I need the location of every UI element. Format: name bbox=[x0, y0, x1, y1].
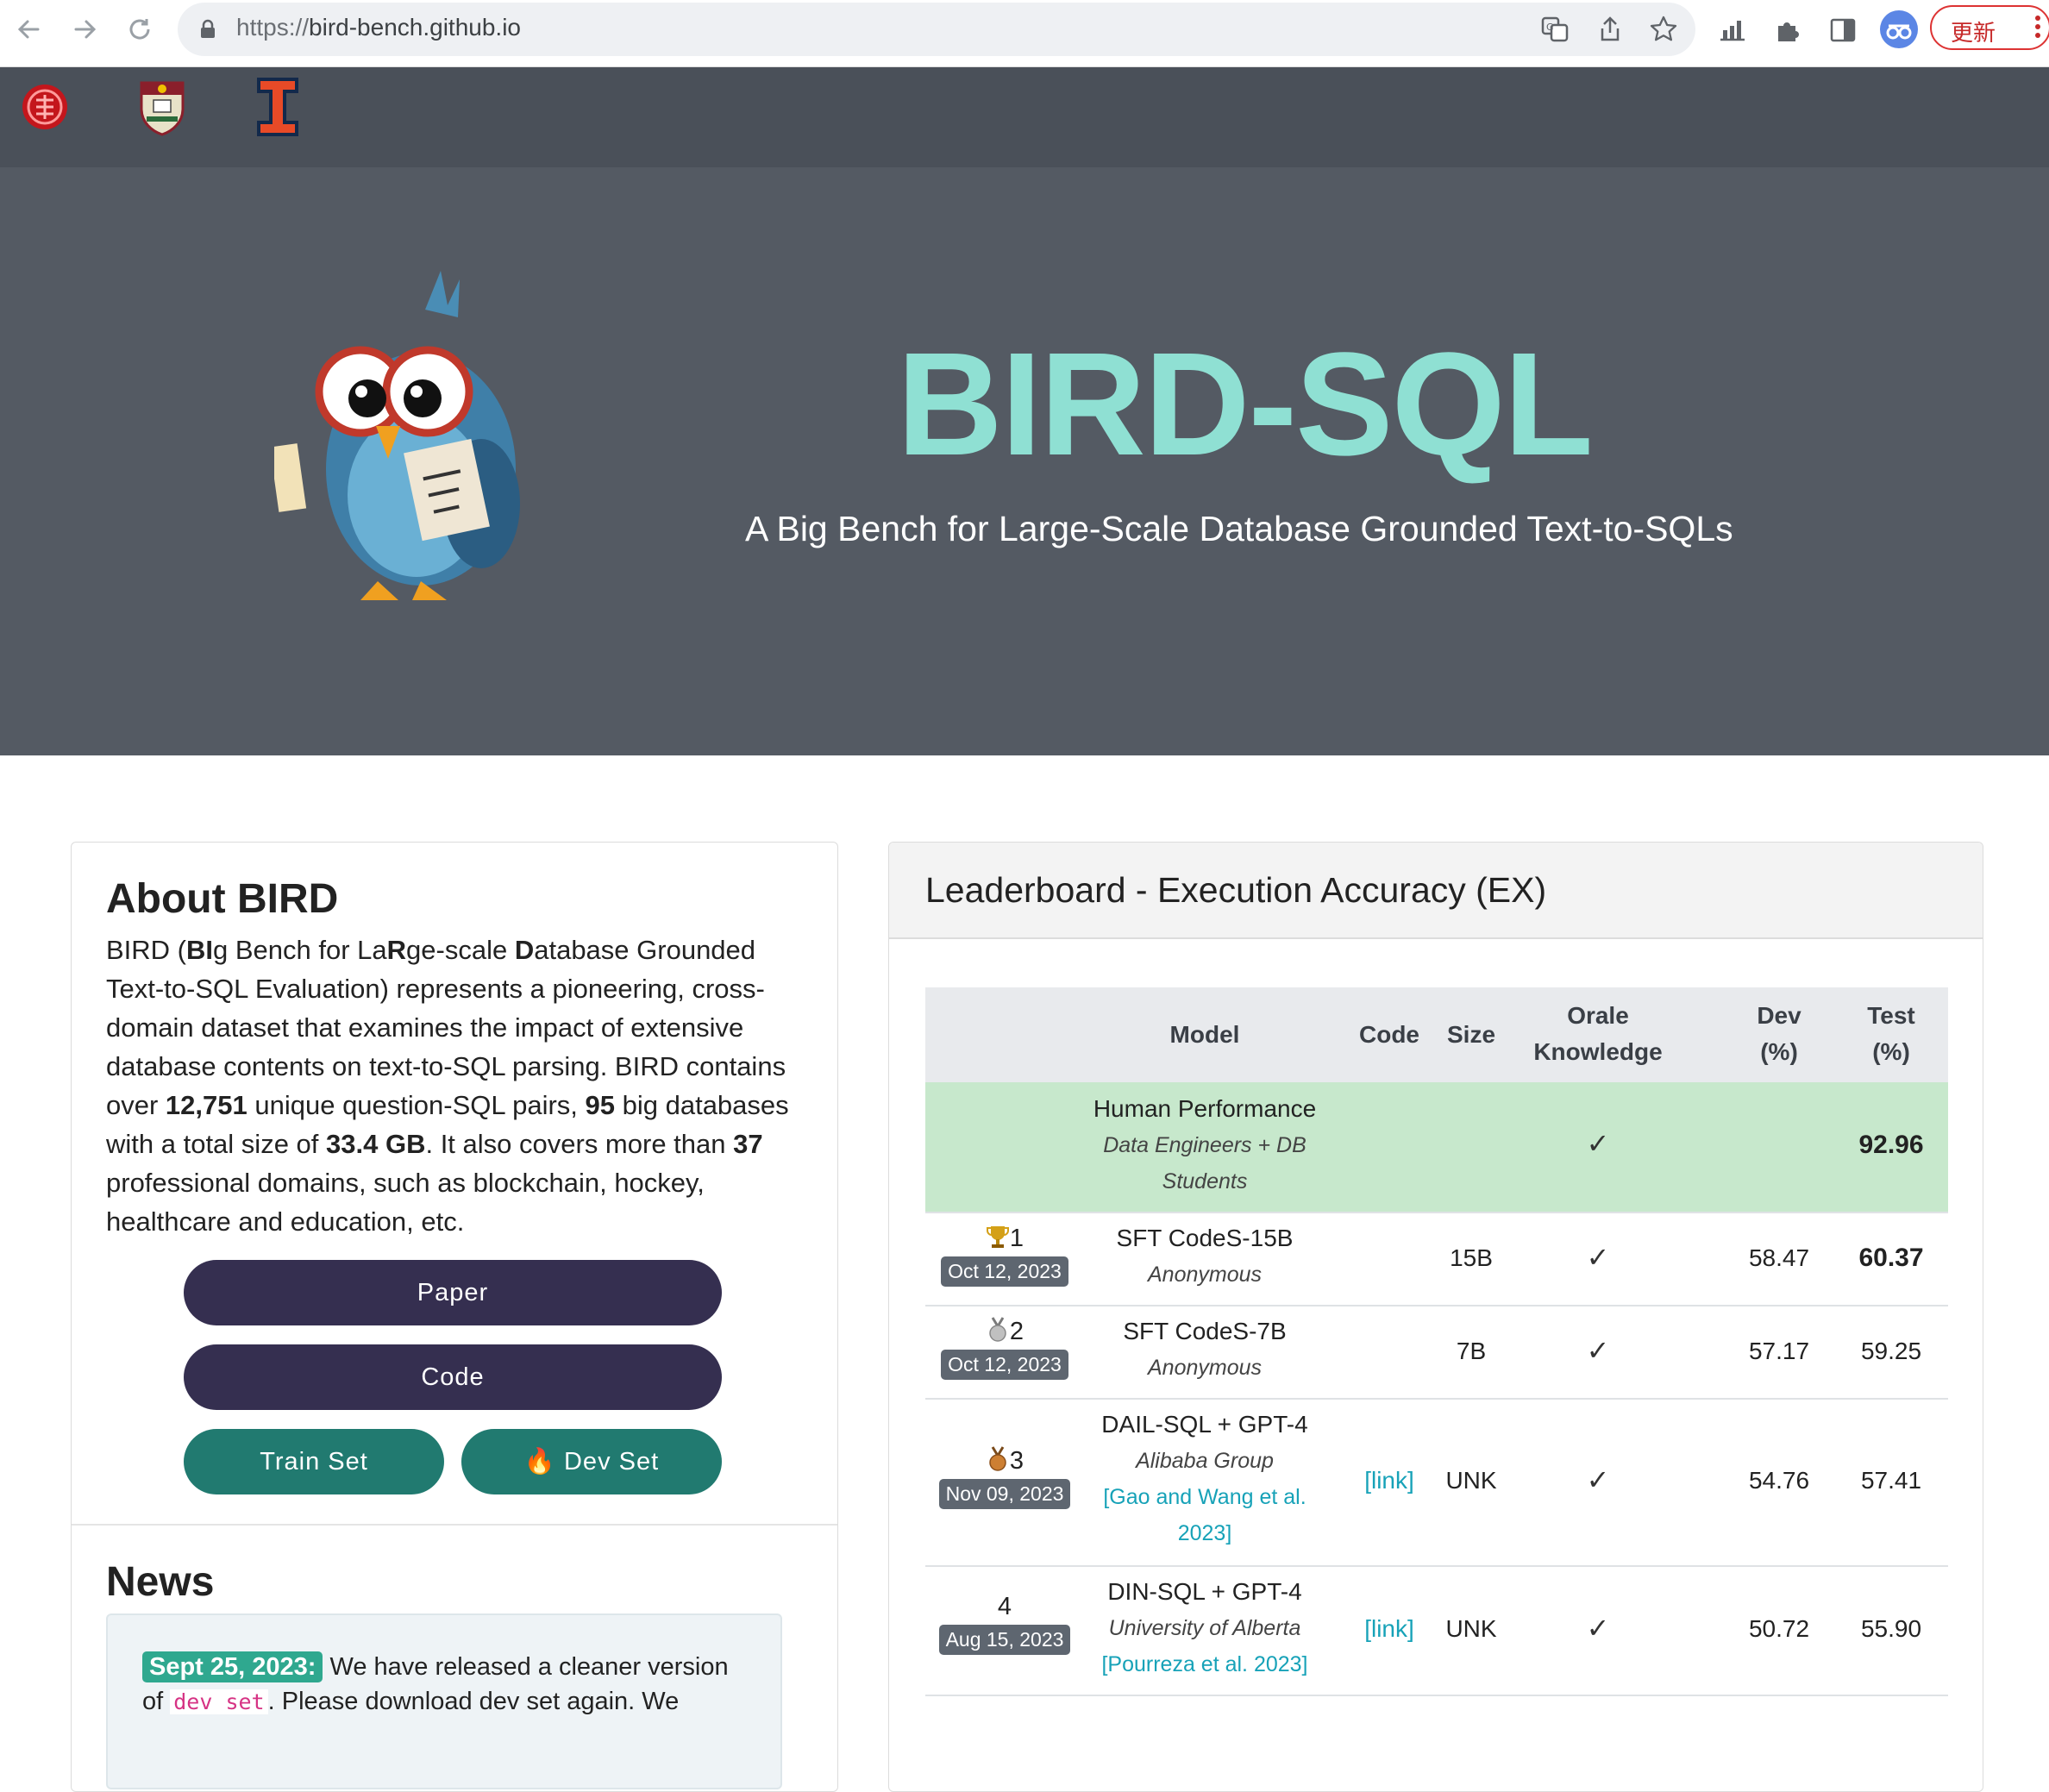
oracle-check: ✓ bbox=[1586, 1128, 1610, 1159]
date-badge: Aug 15, 2023 bbox=[938, 1625, 1071, 1655]
rank: 4 bbox=[997, 1593, 1012, 1620]
col-dev[interactable]: Dev (%) bbox=[1745, 998, 1814, 1070]
test-score: 57.41 bbox=[1860, 1467, 1922, 1494]
news-text: We have released a cleaner version bbox=[329, 1653, 729, 1681]
model-org: Alibaba Group bbox=[1136, 1449, 1274, 1473]
silver-medal-icon bbox=[989, 1317, 1006, 1342]
model-name: SFT CodeS-15B bbox=[1116, 1225, 1294, 1251]
news-title: News bbox=[106, 1559, 215, 1605]
oracle-check: ✓ bbox=[1586, 1613, 1610, 1644]
hero-subtitle: A Big Bench for Large-Scale Database Gro… bbox=[745, 509, 1733, 548]
code-link[interactable]: [link] bbox=[1348, 1615, 1431, 1643]
model-name: DAIL-SQL + GPT-4 bbox=[1101, 1411, 1308, 1438]
train-set-button[interactable]: Train Set bbox=[184, 1429, 444, 1494]
dev-set-button[interactable]: 🔥 Dev Set bbox=[461, 1429, 722, 1494]
table-row: 3 Nov 09, 2023 DAIL-SQL + GPT-4 Alibaba … bbox=[925, 1398, 1948, 1567]
bird-mascot-illustration bbox=[274, 271, 520, 600]
hero-banner: BIRD-SQL A Big Bench for Large-Scale Dat… bbox=[0, 167, 2049, 755]
code-link[interactable]: [link] bbox=[1348, 1467, 1431, 1494]
institution-logo-bar bbox=[0, 67, 2049, 167]
back-icon[interactable] bbox=[12, 12, 47, 47]
news-date-badge: Sept 25, 2023: bbox=[142, 1651, 323, 1682]
about-description: BIRD (BIg Bench for LaRge-scale Database… bbox=[106, 935, 789, 1237]
side-panel-icon[interactable] bbox=[1828, 16, 1858, 45]
table-row: 4 Aug 15, 2023 DIN-SQL + GPT-4 Universit… bbox=[925, 1565, 1948, 1696]
model-org: University of Alberta bbox=[1108, 1616, 1301, 1640]
paper-reference-link[interactable]: [Pourreza et al. 2023] bbox=[1075, 1646, 1334, 1682]
oracle-check: ✓ bbox=[1586, 1464, 1610, 1495]
browser-toolbar: https://bird-bench.github.io G 更新 bbox=[0, 0, 2049, 67]
section-divider bbox=[72, 1524, 837, 1526]
hero-title: BIRD-SQL bbox=[897, 323, 1594, 486]
table-row: 2 Oct 12, 2023 SFT CodeS-7B Anonymous 7B… bbox=[925, 1305, 1948, 1400]
leaderboard-card: Leaderboard - Execution Accuracy (EX) Mo… bbox=[888, 842, 1983, 1792]
update-button[interactable]: 更新 bbox=[1930, 5, 2049, 50]
model-org: Anonymous bbox=[1147, 1263, 1263, 1287]
table-row: 1 Oct 12, 2023 SFT CodeS-15B Anonymous 1… bbox=[925, 1212, 1948, 1306]
performance-icon[interactable] bbox=[1718, 16, 1747, 45]
test-score: 60.37 bbox=[1858, 1244, 1924, 1272]
about-card: About BIRD BIRD (BIg Bench for LaRge-sca… bbox=[71, 842, 838, 1792]
more-menu-icon bbox=[2035, 16, 2040, 41]
oracle-check: ✓ bbox=[1586, 1242, 1610, 1273]
reload-icon[interactable] bbox=[122, 12, 157, 47]
bookmark-star-icon[interactable] bbox=[1649, 15, 1678, 44]
dev-score: 57.17 bbox=[1748, 1338, 1810, 1364]
col-oracle-knowledge[interactable]: Orale Knowledge bbox=[1512, 998, 1684, 1070]
code-button[interactable]: Code bbox=[184, 1344, 722, 1410]
col-size[interactable]: Size bbox=[1434, 1017, 1508, 1053]
leaderboard-header: Leaderboard - Execution Accuracy (EX) bbox=[889, 843, 1983, 939]
url-text[interactable]: https://bird-bench.github.io bbox=[236, 14, 521, 41]
rank: 2 bbox=[1009, 1318, 1024, 1345]
col-code[interactable]: Code bbox=[1348, 1017, 1431, 1053]
dev-score: 50.72 bbox=[1748, 1615, 1810, 1642]
oracle-check: ✓ bbox=[1586, 1335, 1610, 1366]
extensions-puzzle-icon[interactable] bbox=[1773, 16, 1802, 45]
svg-text:G: G bbox=[1546, 22, 1554, 33]
test-score: 92.96 bbox=[1858, 1131, 1924, 1159]
test-score: 55.90 bbox=[1860, 1615, 1922, 1642]
address-bar[interactable]: https://bird-bench.github.io G bbox=[178, 3, 1695, 56]
dev-set-code: dev set bbox=[170, 1689, 268, 1714]
bronze-medal-icon bbox=[989, 1446, 1006, 1471]
leaderboard-title: Leaderboard - Execution Accuracy (EX) bbox=[925, 870, 1547, 910]
col-model[interactable]: Model bbox=[1075, 1017, 1334, 1053]
date-badge: Nov 09, 2023 bbox=[938, 1479, 1071, 1509]
model-size: 15B bbox=[1450, 1244, 1493, 1271]
model-size: UNK bbox=[1445, 1467, 1497, 1494]
test-score: 59.25 bbox=[1860, 1338, 1922, 1364]
model-org: Anonymous bbox=[1147, 1356, 1263, 1380]
col-test[interactable]: Test (%) bbox=[1857, 998, 1926, 1070]
human-performance-row: Human Performance Data Engineers + DB St… bbox=[925, 1082, 1948, 1213]
illinois-block-i-logo[interactable] bbox=[255, 76, 300, 138]
rank: 1 bbox=[1009, 1225, 1024, 1252]
model-name: Human Performance bbox=[1093, 1095, 1317, 1122]
translate-icon[interactable]: G bbox=[1540, 15, 1570, 44]
university-seal-logo[interactable] bbox=[21, 79, 69, 135]
model-size: UNK bbox=[1445, 1615, 1497, 1642]
dev-score: 54.76 bbox=[1748, 1467, 1810, 1494]
trophy-icon bbox=[986, 1226, 1009, 1248]
lock-icon[interactable] bbox=[197, 18, 219, 41]
about-title: About BIRD bbox=[106, 876, 339, 922]
model-name: SFT CodeS-7B bbox=[1123, 1318, 1287, 1344]
rank: 3 bbox=[1009, 1447, 1024, 1475]
share-icon[interactable] bbox=[1595, 15, 1625, 44]
profile-avatar[interactable] bbox=[1880, 10, 1918, 48]
table-header-row: Model Code Size Orale Knowledge Dev (%) Te… bbox=[925, 987, 1948, 1084]
dev-score: 58.47 bbox=[1748, 1244, 1810, 1271]
model-name: DIN-SQL + GPT-4 bbox=[1107, 1578, 1302, 1605]
university-crest-logo[interactable] bbox=[136, 76, 188, 138]
incognito-glasses-icon bbox=[1886, 24, 1912, 40]
news-item: Sept 25, 2023: We have released a cleane… bbox=[106, 1613, 782, 1789]
forward-icon[interactable] bbox=[67, 12, 102, 47]
paper-button[interactable]: Paper bbox=[184, 1260, 722, 1325]
model-org: Data Engineers + DB Students bbox=[1103, 1133, 1306, 1194]
paper-reference-link[interactable]: [Gao and Wang et al. 2023] bbox=[1075, 1479, 1334, 1551]
date-badge: Oct 12, 2023 bbox=[941, 1256, 1068, 1287]
date-badge: Oct 12, 2023 bbox=[941, 1350, 1068, 1380]
model-size: 7B bbox=[1456, 1338, 1487, 1364]
